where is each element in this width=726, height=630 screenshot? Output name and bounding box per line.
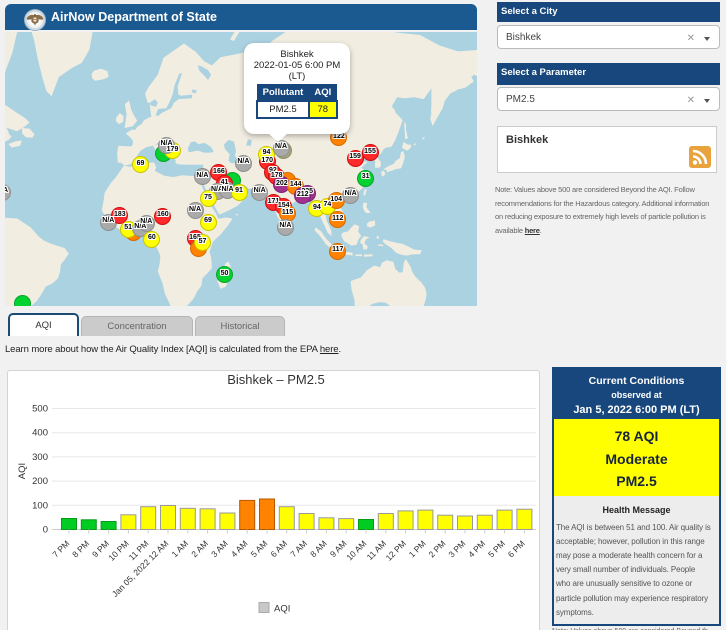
svg-text:8 AM: 8 AM — [308, 538, 329, 559]
svg-text:0: 0 — [43, 525, 48, 536]
svg-text:3 AM: 3 AM — [209, 538, 230, 559]
svg-text:1 PM: 1 PM — [407, 538, 428, 559]
svg-text:2 PM: 2 PM — [427, 538, 448, 559]
svg-text:6 PM: 6 PM — [506, 538, 527, 559]
svg-text:AQI: AQI — [17, 463, 28, 479]
svg-text:1 AM: 1 AM — [169, 538, 190, 559]
svg-text:Bishkek – PM2.5: Bishkek – PM2.5 — [227, 372, 325, 387]
svg-text:6 AM: 6 AM — [268, 538, 289, 559]
svg-text:300: 300 — [32, 452, 48, 463]
svg-text:100: 100 — [32, 500, 48, 511]
svg-text:11 AM: 11 AM — [365, 538, 389, 562]
svg-text:3 PM: 3 PM — [446, 538, 467, 559]
svg-text:500: 500 — [32, 404, 48, 415]
svg-text:7 PM: 7 PM — [50, 538, 71, 559]
svg-text:5 AM: 5 AM — [249, 538, 270, 559]
svg-text:5 PM: 5 PM — [486, 538, 507, 559]
svg-text:AQI: AQI — [274, 604, 290, 615]
svg-text:2 AM: 2 AM — [189, 538, 210, 559]
svg-text:10 PM: 10 PM — [106, 538, 130, 562]
svg-text:7 AM: 7 AM — [288, 538, 309, 559]
svg-text:10 AM: 10 AM — [344, 538, 368, 562]
svg-text:12 PM: 12 PM — [384, 538, 408, 562]
svg-text:4 AM: 4 AM — [229, 538, 250, 559]
svg-text:8 PM: 8 PM — [70, 538, 91, 559]
svg-text:4 PM: 4 PM — [466, 538, 487, 559]
svg-text:400: 400 — [32, 428, 48, 439]
svg-text:200: 200 — [32, 476, 48, 487]
